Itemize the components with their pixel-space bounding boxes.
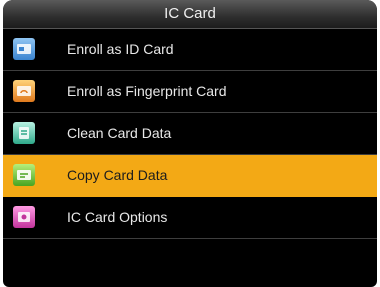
fingerprint-card-icon bbox=[13, 80, 35, 102]
device-screen: IC Card Enroll as ID Card Enroll as Fing… bbox=[3, 0, 377, 287]
card-options-icon bbox=[13, 206, 35, 228]
clean-card-icon bbox=[13, 122, 35, 144]
menu-item-label: Enroll as Fingerprint Card bbox=[67, 83, 227, 99]
menu-item-label: Enroll as ID Card bbox=[67, 41, 174, 57]
menu-item-label: Copy Card Data bbox=[67, 167, 168, 183]
screen-title: IC Card bbox=[3, 0, 377, 29]
menu-item-enroll-id-card[interactable]: Enroll as ID Card bbox=[3, 29, 377, 71]
id-card-icon bbox=[13, 38, 35, 60]
menu-item-ic-card-options[interactable]: IC Card Options bbox=[3, 197, 377, 239]
menu-item-clean-card-data[interactable]: Clean Card Data bbox=[3, 113, 377, 155]
menu-item-label: Clean Card Data bbox=[67, 125, 172, 141]
menu-item-copy-card-data[interactable]: Copy Card Data bbox=[3, 155, 377, 197]
menu-item-label: IC Card Options bbox=[67, 209, 168, 225]
copy-card-icon bbox=[13, 164, 35, 186]
menu-item-enroll-fingerprint-card[interactable]: Enroll as Fingerprint Card bbox=[3, 71, 377, 113]
